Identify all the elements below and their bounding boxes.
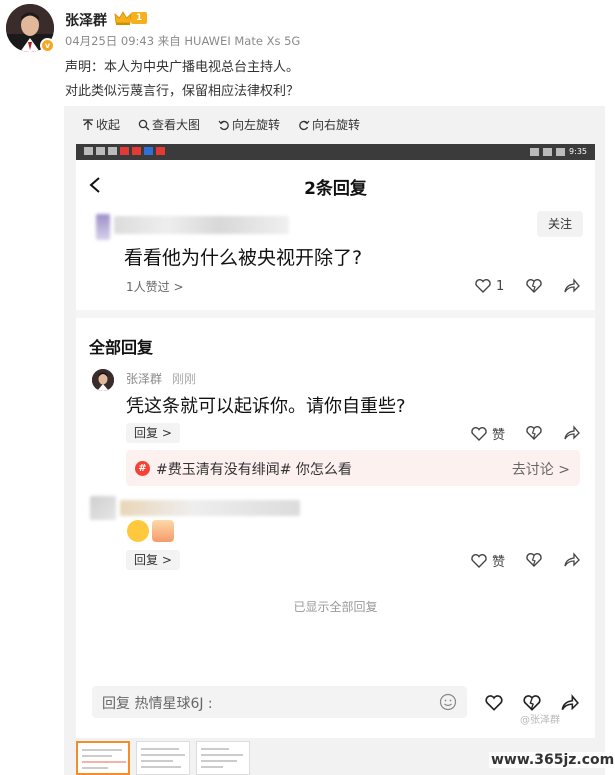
signal-icon: [84, 147, 93, 155]
image-toolbar: 收起 查看大图 向左旋转 向右旋转: [82, 116, 360, 133]
laughing-emoji-icon: [127, 520, 149, 542]
poster-name[interactable]: 张泽群: [65, 10, 107, 30]
bottom-like-button[interactable]: [484, 693, 504, 713]
heart-icon: [485, 695, 503, 711]
app-notify-icon: [132, 147, 141, 155]
blurred-commenter-avatar: [96, 214, 110, 240]
image-watermark: @张泽群: [520, 715, 560, 726]
like-button[interactable]: 赞: [470, 424, 505, 443]
topic-text: #费玉清有没有绯闻# 你怎么看: [156, 462, 352, 478]
view-large-label: 查看大图: [152, 118, 201, 132]
dislike-button[interactable]: [525, 551, 543, 569]
rotate-left-icon: [218, 120, 229, 130]
like-count: 1: [496, 278, 505, 294]
like-label: 赞: [492, 555, 506, 570]
post-text-line-2: 对此类似污蔑言行，保留相应法律权利？: [65, 84, 300, 99]
all-replies-shown-notice: 已显示全部回复: [293, 600, 378, 614]
thumbnail-1[interactable]: [76, 741, 130, 775]
app-notify-icon: [120, 147, 129, 155]
post-text-line-1: 声明：本人为中央广播电视总台主持人。: [65, 60, 300, 75]
wifi-icon: [108, 147, 117, 155]
bottom-dislike-button[interactable]: [522, 693, 542, 713]
collapse-button[interactable]: 收起: [82, 116, 120, 133]
post-meta: 04月25日 09:43 来自 HUAWEI Mate Xs 5G: [65, 34, 301, 48]
reply-button[interactable]: 回复 >: [126, 550, 180, 570]
rotate-right-icon: [299, 120, 310, 130]
comment-screenshot: 9:35 2条回复 关注 看看他为什么被央视开除了? 1人赞过 > 1 全部回复…: [76, 144, 595, 738]
status-time: 9:35: [569, 147, 587, 156]
rotate-right-button[interactable]: 向右旋转: [298, 116, 360, 133]
rotate-left-button[interactable]: 向左旋转: [218, 116, 280, 133]
app-notify-icon: [144, 147, 153, 155]
view-large-button[interactable]: 查看大图: [138, 116, 200, 133]
share-button[interactable]: [562, 551, 580, 569]
share-icon: [564, 425, 580, 440]
share-icon: [561, 694, 579, 711]
eye-icon: [530, 147, 540, 156]
share-button[interactable]: [562, 424, 580, 442]
app-notify-icon: [156, 147, 165, 155]
like-button[interactable]: 1: [474, 277, 504, 295]
thumbnail-strip: [76, 741, 250, 775]
topic-banner[interactable]: # #费玉清有没有绯闻# 你怎么看 去讨论 >: [126, 450, 580, 486]
share-icon: [564, 552, 580, 567]
like-label: 赞: [492, 428, 506, 443]
broken-heart-icon: [526, 279, 542, 293]
follow-button[interactable]: 关注: [537, 211, 583, 237]
main-comment-text: 看看他为什么被央视开除了?: [124, 247, 363, 269]
verified-icon: v: [40, 38, 55, 53]
likes-link[interactable]: 1人赞过 >: [126, 278, 184, 295]
thumbnail-2[interactable]: [136, 741, 190, 775]
heart-icon: [471, 426, 487, 441]
page-title: 2条回复: [304, 179, 367, 199]
emoji-picker-icon[interactable]: [439, 693, 457, 711]
bottom-share-button[interactable]: [559, 693, 579, 713]
broken-heart-icon: [526, 553, 542, 567]
crown-icon: [114, 11, 132, 25]
share-icon: [564, 278, 580, 293]
status-bar: 9:35: [76, 144, 595, 160]
bluetooth-icon: [543, 147, 553, 156]
reply-text: 凭这条就可以起诉你。请你自重些?: [126, 396, 406, 417]
rotate-right-label: 向右旋转: [312, 118, 361, 132]
heart-icon: [475, 279, 491, 293]
thumbnail-3[interactable]: [196, 741, 250, 775]
all-replies-heading: 全部回复: [89, 338, 154, 357]
blurred-commenter-name: [114, 216, 289, 234]
reply-input[interactable]: 回复 热情星球6J :: [92, 686, 467, 718]
heart-icon: [471, 553, 487, 568]
reply-author-name[interactable]: 张泽群: [126, 370, 162, 387]
collapse-label: 收起: [96, 118, 121, 132]
collapse-icon: [83, 118, 93, 130]
reply-avatar[interactable]: [92, 369, 114, 391]
discuss-link[interactable]: 去讨论 >: [512, 459, 570, 479]
blurred-reply-name: [120, 500, 300, 516]
reply-input-placeholder: 回复 热情星球6J :: [102, 696, 213, 712]
signal-icon: [96, 147, 105, 155]
rotate-left-label: 向左旋转: [232, 118, 281, 132]
section-divider: [76, 310, 595, 318]
battery-icon: [556, 147, 566, 156]
site-watermark: www.365jz.com: [489, 752, 615, 768]
vip-level: 1: [131, 12, 148, 24]
vip-badge[interactable]: 1: [114, 10, 148, 26]
thumbs-up-emoji-icon: [152, 520, 174, 542]
dislike-button[interactable]: [525, 277, 543, 295]
reply-button[interactable]: 回复 >: [126, 423, 180, 443]
blurred-reply-avatar: [90, 496, 116, 520]
reply-time: 刚刚: [172, 372, 197, 386]
dislike-button[interactable]: [525, 424, 543, 442]
hashtag-icon: #: [135, 461, 150, 476]
share-button[interactable]: [562, 277, 580, 295]
broken-heart-icon: [526, 426, 542, 440]
magnifier-icon: [138, 119, 150, 130]
broken-heart-icon: [523, 695, 541, 711]
like-button[interactable]: 赞: [470, 551, 505, 570]
